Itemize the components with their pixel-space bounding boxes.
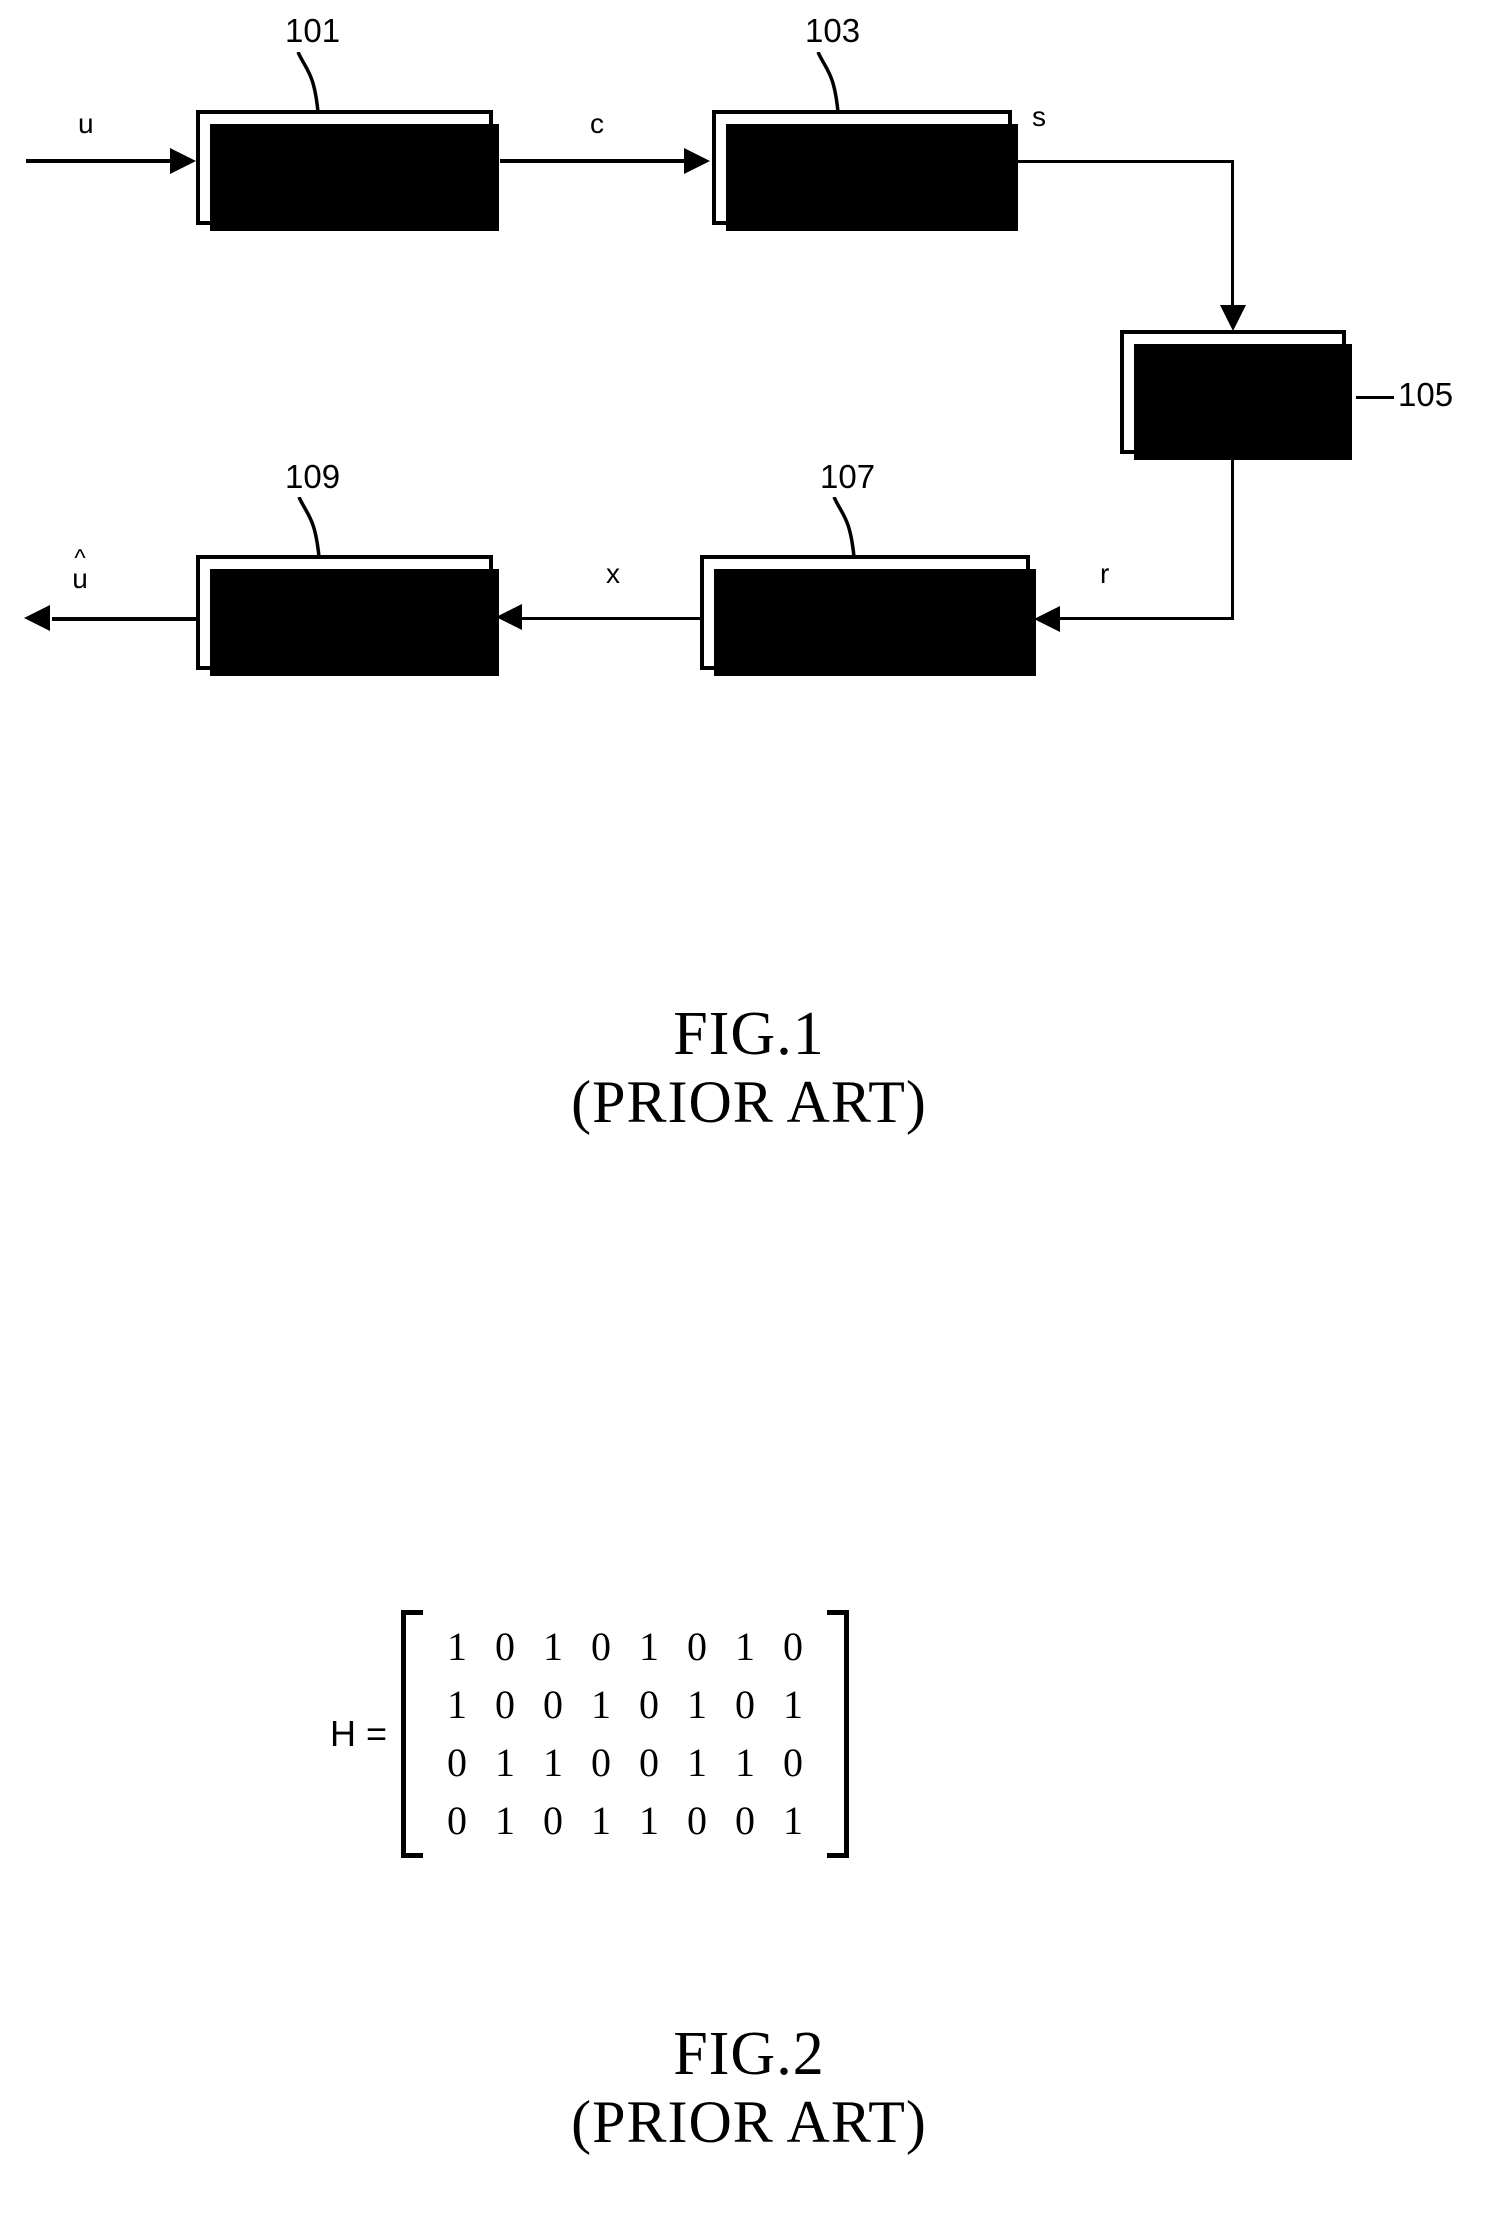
matrix-bracket-left — [401, 1610, 424, 1858]
block-modulator-label: MODULATOR — [768, 151, 956, 183]
matrix-cell: 1 — [783, 1798, 804, 1843]
matrix-cell: 1 — [591, 1798, 612, 1843]
matrix-cell: 1 — [687, 1682, 708, 1727]
matrix-cell: 0 — [543, 1798, 564, 1843]
figure2-caption-line2: (PRIOR ART) — [571, 2089, 927, 2156]
matrix-cell: 1 — [543, 1624, 564, 1669]
matrix-cell: 1 — [495, 1740, 516, 1785]
leader-line-107 — [832, 497, 856, 558]
leader-line-103 — [816, 52, 840, 113]
arrowhead-encoder-to-modulator — [684, 148, 710, 174]
leader-line-101 — [296, 52, 320, 113]
matrix-bracket-right — [827, 1610, 850, 1858]
table-row: 1 0 1 0 1 0 1 0 — [433, 1618, 817, 1676]
matrix-cell: 1 — [783, 1682, 804, 1727]
matrix-cell: 0 — [495, 1682, 516, 1727]
block-channel-label: CHANNEL — [1161, 375, 1305, 408]
line-encoder-to-modulator — [500, 159, 686, 163]
matrix-cell: 1 — [495, 1798, 516, 1843]
matrix-cell: 0 — [591, 1624, 612, 1669]
matrix-rows: 1 0 1 0 1 0 1 0 1 0 0 1 0 1 0 1 0 1 1 0 … — [423, 1610, 827, 1858]
figure1-caption-line2: (PRIOR ART) — [571, 1069, 927, 1136]
signal-label-u-hat: ^ u — [62, 546, 98, 595]
signal-label-s: s — [1032, 101, 1046, 132]
matrix-cell: 0 — [687, 1624, 708, 1669]
arrowhead-decoder-output — [24, 605, 50, 631]
signal-label-c: c — [590, 108, 604, 139]
block-encoder-label: ENCODER — [270, 151, 419, 183]
matrix-cell: 1 — [735, 1624, 756, 1669]
line-modulator-out-vertical — [1231, 160, 1234, 312]
matrix-cell: 1 — [687, 1740, 708, 1785]
line-modulator-out-horizontal — [1012, 160, 1234, 163]
block-decoder[interactable]: DECODER — [196, 555, 499, 676]
table-row: 0 1 0 1 1 0 0 1 — [433, 1792, 817, 1850]
matrix-cell: 1 — [591, 1682, 612, 1727]
matrix-cell: 1 — [639, 1624, 660, 1669]
arrowhead-into-demodulator — [1034, 606, 1060, 632]
drawing-sheet: u ENCODER 101 c MODULATOR 103 s CHANNEL … — [0, 0, 1498, 2216]
matrix-cell: 1 — [447, 1624, 468, 1669]
matrix-cell: 0 — [447, 1740, 468, 1785]
reference-numeral-103: 103 — [805, 12, 861, 49]
matrix-cell: 0 — [783, 1740, 804, 1785]
figure1-caption: FIG.1 (PRIOR ART) — [0, 1000, 1498, 1137]
signal-label-x: x — [606, 558, 620, 589]
block-encoder[interactable]: ENCODER — [196, 110, 499, 231]
matrix-cell: 0 — [543, 1682, 564, 1727]
reference-numeral-107: 107 — [820, 458, 876, 495]
block-modulator[interactable]: MODULATOR — [712, 110, 1018, 231]
matrix-cell: 0 — [639, 1740, 660, 1785]
table-row: 1 0 0 1 0 1 0 1 — [433, 1676, 817, 1734]
reference-numeral-101: 101 — [285, 12, 341, 49]
matrix-cell: 1 — [735, 1740, 756, 1785]
matrix-name-label: H = — [330, 1713, 388, 1754]
matrix-cell: 0 — [447, 1798, 468, 1843]
leader-line-109 — [297, 497, 321, 558]
matrix-cell: 1 — [543, 1740, 564, 1785]
matrix-cell: 0 — [495, 1624, 516, 1669]
signal-label-u: u — [78, 108, 94, 139]
block-channel[interactable]: CHANNEL — [1120, 330, 1352, 460]
u-hat-base: u — [72, 563, 88, 595]
matrix-cell: 0 — [783, 1624, 804, 1669]
arrowhead-into-decoder — [496, 604, 522, 630]
line-u-to-encoder — [26, 159, 174, 163]
matrix-cell: 0 — [735, 1798, 756, 1843]
block-demodulator-label: DEMODULATOR — [750, 596, 980, 628]
arrowhead-into-channel — [1220, 305, 1246, 331]
figure2-caption-line1: FIG.2 — [673, 2020, 825, 2088]
matrix-cell: 0 — [639, 1682, 660, 1727]
matrix-cell: 1 — [639, 1798, 660, 1843]
arrowhead-u-to-encoder — [170, 148, 196, 174]
matrix-cell: 0 — [687, 1798, 708, 1843]
line-channel-out-horizontal — [1060, 617, 1234, 620]
reference-numeral-109: 109 — [285, 458, 341, 495]
matrix-cell: 1 — [447, 1682, 468, 1727]
line-demodulator-to-decoder — [520, 617, 700, 620]
matrix-cell: 0 — [591, 1740, 612, 1785]
signal-label-r: r — [1100, 558, 1110, 589]
reference-numeral-105: 105 — [1398, 376, 1454, 413]
leader-line-105 — [1356, 396, 1394, 399]
parity-check-matrix: H = 1 0 1 0 1 0 1 0 1 0 0 1 0 1 0 1 0 1 … — [330, 1610, 850, 1858]
matrix-cell: 0 — [735, 1682, 756, 1727]
block-demodulator[interactable]: DEMODULATOR — [700, 555, 1036, 676]
figure2-caption: FIG.2 (PRIOR ART) — [0, 2020, 1498, 2157]
line-decoder-output — [52, 617, 198, 621]
line-channel-out-vertical — [1231, 454, 1234, 620]
figure1-caption-line1: FIG.1 — [673, 1000, 825, 1068]
table-row: 0 1 1 0 0 1 1 0 — [433, 1734, 817, 1792]
block-decoder-label: DECODER — [270, 596, 419, 628]
